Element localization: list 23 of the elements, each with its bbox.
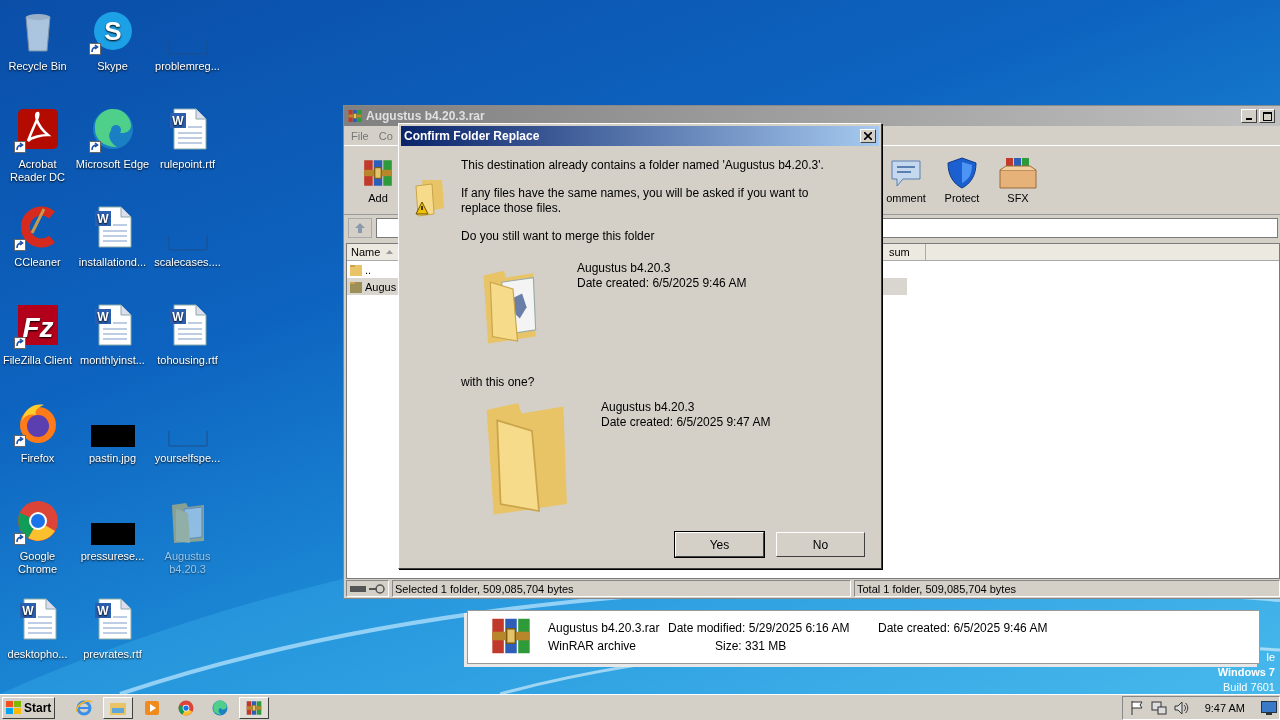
status-text: Total 1 folder, 509,085,704 bytes [854,580,1280,597]
clock: 9:47 AM [1204,701,1245,714]
os-name-text: Windows 7 [1217,665,1275,680]
status-text: Selected 1 folder, 509,085,704 bytes [392,580,851,597]
file-name: Augus [365,280,397,293]
dialog-message: This destination already contains a folder named 'Augustus b4.20.3'. [461,158,825,173]
file-size: Size: 331 MB [714,639,788,653]
folder-name: Augustus b4.20.3 [601,400,696,415]
dialog-message: If any files have the same names, you will be asked if you want to replace those files. [461,186,810,216]
file-name: Augustus b4.20.3.rar [548,621,661,635]
file-created: Date created: 6/5/2025 9:46 AM [878,621,1048,635]
file-name: .. [365,263,372,276]
build-text: Build 7601 [1223,680,1275,695]
folder-name: Augustus b4.20.3 [577,261,672,276]
folder-date: Date created: 6/5/2025 9:46 AM [577,276,747,291]
file-type: WinRAR archive [548,639,638,653]
dialog-title: Confirm Folder Replace [404,129,540,143]
folder-date: Date created: 6/5/2025 9:47 AM [601,415,771,430]
file-modified: Date modified: 5/29/2025 6:16 AM [668,621,851,635]
window-title: Augustus b4.20.3.rar [366,109,485,123]
edition-text: le [1266,650,1275,665]
dialog-question: Do you still want to merge this folder [461,229,656,244]
dialog-text: with this one? [461,375,536,390]
